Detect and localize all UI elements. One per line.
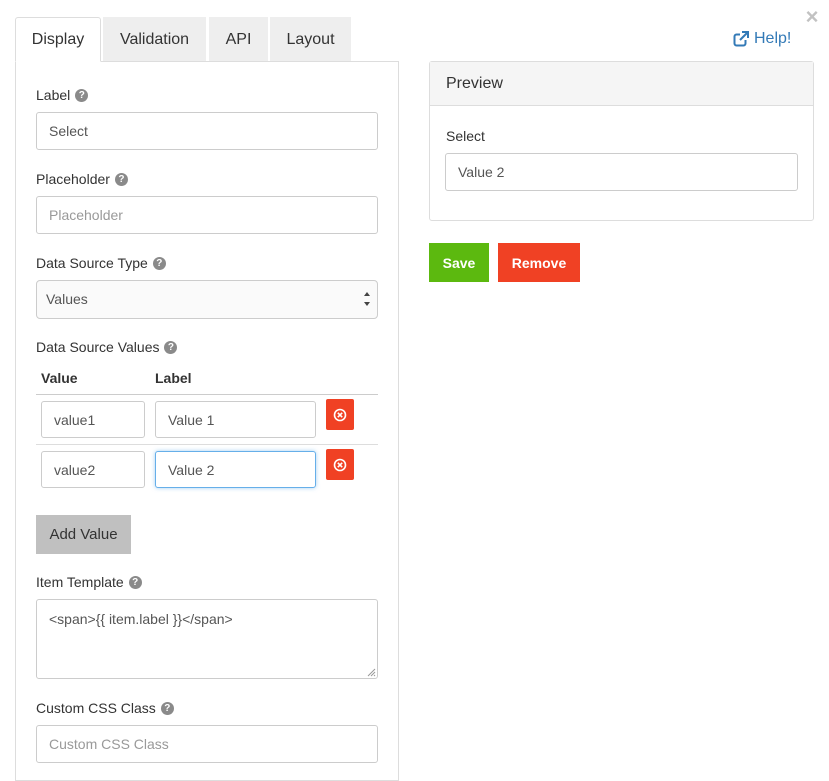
add-value-button[interactable]: Add Value — [36, 515, 131, 554]
preview-panel: Preview Select — [429, 61, 814, 221]
external-link-icon — [733, 31, 749, 47]
question-icon[interactable]: ? — [164, 340, 178, 354]
preview-field-label: Select — [446, 128, 485, 144]
question-icon[interactable]: ? — [152, 256, 166, 270]
remove-circle-icon — [333, 408, 347, 421]
row-label-input[interactable] — [155, 401, 316, 438]
remove-button[interactable]: Remove — [498, 243, 580, 282]
remove-row-button[interactable] — [326, 399, 354, 430]
question-icon[interactable]: ? — [160, 701, 174, 715]
tab-layout[interactable]: Layout — [270, 17, 351, 62]
custom-css-class-title-text: Custom CSS Class — [36, 700, 156, 716]
data-source-values-title: Data Source Values ? — [36, 338, 178, 356]
table-header-divider — [36, 394, 378, 395]
select-arrows-icon — [363, 292, 371, 306]
tab-validation[interactable]: Validation — [103, 17, 206, 62]
preview-select-input[interactable] — [445, 153, 798, 191]
label-title-text: Label — [36, 87, 71, 103]
placeholder-input[interactable] — [36, 196, 378, 234]
item-template-title-text: Item Template — [36, 574, 124, 590]
label-input[interactable] — [36, 112, 378, 150]
table-row-divider — [36, 444, 378, 445]
tab-display[interactable]: Display — [15, 17, 101, 62]
column-header-value: Value — [41, 370, 78, 386]
preview-title: Preview — [430, 62, 813, 106]
custom-css-class-title: Custom CSS Class ? — [36, 699, 174, 717]
save-button[interactable]: Save — [429, 243, 489, 282]
column-header-label: Label — [155, 370, 192, 386]
item-template-title: Item Template ? — [36, 573, 142, 591]
data-source-type-title: Data Source Type ? — [36, 254, 166, 272]
question-icon[interactable]: ? — [75, 88, 89, 102]
row-label-input[interactable] — [155, 451, 316, 488]
placeholder-field-title: Placeholder ? — [36, 170, 128, 188]
row-value-input[interactable] — [41, 401, 145, 438]
row-value-input[interactable] — [41, 451, 145, 488]
remove-row-button[interactable] — [326, 449, 354, 480]
data-source-type-select[interactable]: Values — [36, 280, 378, 319]
custom-css-class-input[interactable] — [36, 725, 378, 763]
question-icon[interactable]: ? — [114, 172, 128, 186]
close-icon[interactable]: × — [803, 6, 821, 28]
question-icon[interactable]: ? — [128, 575, 142, 589]
resize-handle-icon[interactable] — [367, 668, 376, 677]
label-field-title: Label ? — [36, 86, 89, 104]
data-source-values-title-text: Data Source Values — [36, 339, 160, 355]
data-source-type-title-text: Data Source Type — [36, 255, 148, 271]
data-source-type-value: Values — [46, 291, 88, 307]
item-template-textarea[interactable]: <span>{{ item.label }}</span> — [36, 599, 378, 679]
help-label: Help! — [754, 30, 792, 47]
remove-circle-icon — [333, 458, 347, 471]
placeholder-title-text: Placeholder — [36, 171, 110, 187]
tab-api[interactable]: API — [209, 17, 268, 62]
help-link[interactable]: Help! — [733, 28, 791, 50]
